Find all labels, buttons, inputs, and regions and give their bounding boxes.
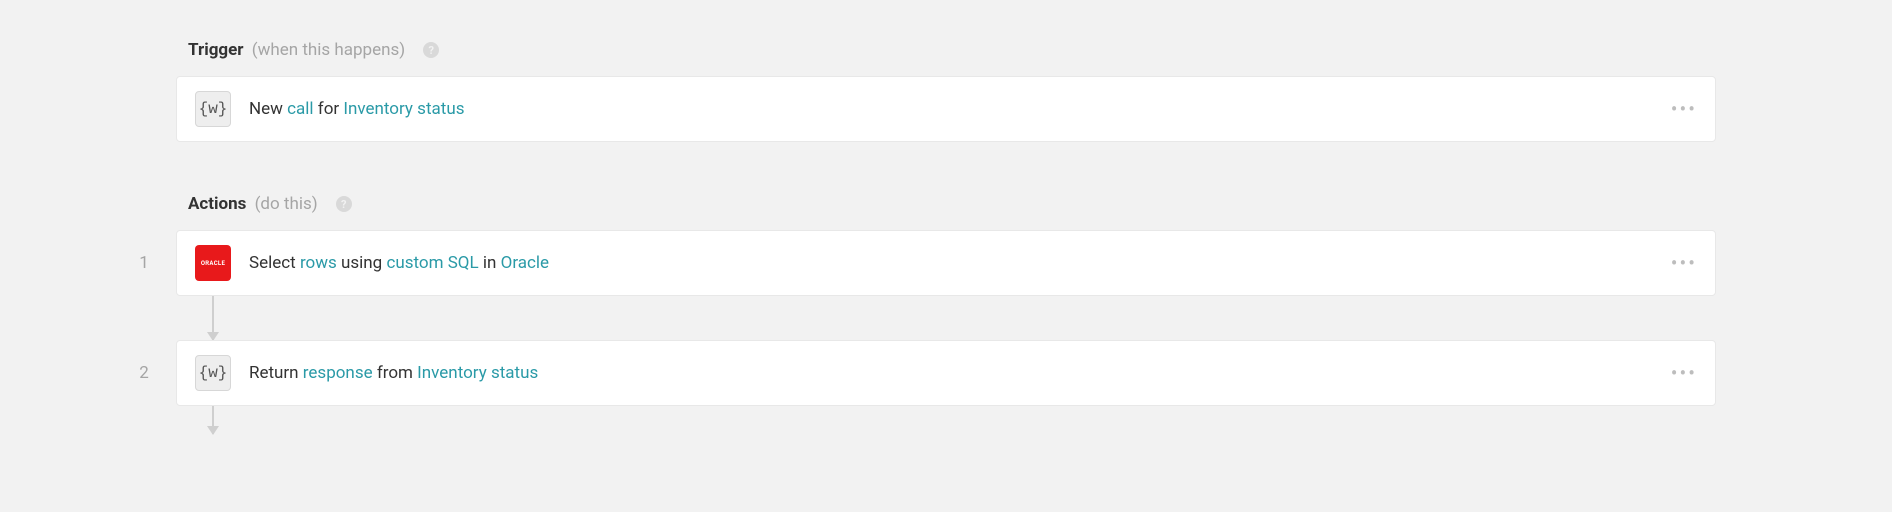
action-card[interactable]: {w} Return response from Inventory statu… xyxy=(176,340,1716,406)
step-number: 2 xyxy=(134,363,154,383)
actions-subtitle: (do this) xyxy=(255,194,318,214)
trigger-card-text: New call for Inventory status xyxy=(249,99,1659,119)
action-step-row: 1 ORACLE Select rows using custom SQL in… xyxy=(176,230,1716,296)
workato-icon: {w} xyxy=(195,91,231,127)
trigger-subtitle: (when this happens) xyxy=(252,40,405,60)
help-icon[interactable]: ? xyxy=(336,196,352,212)
trigger-card-row: {w} New call for Inventory status ••• xyxy=(176,76,1716,142)
more-icon[interactable]: ••• xyxy=(1659,357,1697,389)
arrow-down-icon xyxy=(207,426,219,435)
more-icon[interactable]: ••• xyxy=(1659,93,1697,125)
action-step-row: 2 {w} Return response from Inventory sta… xyxy=(176,340,1716,406)
step-number: 1 xyxy=(134,253,154,273)
step-connector xyxy=(176,296,1716,340)
action-card[interactable]: ORACLE Select rows using custom SQL in O… xyxy=(176,230,1716,296)
trigger-title: Trigger xyxy=(188,40,244,60)
more-icon[interactable]: ••• xyxy=(1659,247,1697,279)
oracle-icon: ORACLE xyxy=(195,245,231,281)
action-card-text: Select rows using custom SQL in Oracle xyxy=(249,253,1659,273)
workato-icon: {w} xyxy=(195,355,231,391)
step-connector xyxy=(176,406,1716,434)
trigger-header: Trigger (when this happens) ? xyxy=(176,40,1716,76)
help-icon[interactable]: ? xyxy=(423,42,439,58)
action-card-text: Return response from Inventory status xyxy=(249,363,1659,383)
actions-title: Actions xyxy=(188,194,246,214)
actions-header: Actions (do this) ? xyxy=(176,194,1716,230)
trigger-card[interactable]: {w} New call for Inventory status ••• xyxy=(176,76,1716,142)
